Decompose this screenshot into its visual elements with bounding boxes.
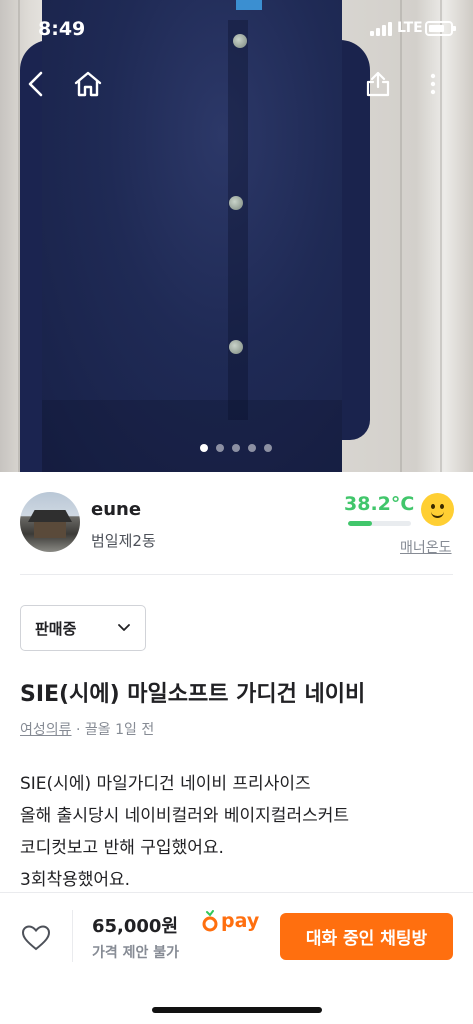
pay-label: pay bbox=[221, 910, 260, 932]
carousel-dot[interactable] bbox=[216, 444, 224, 452]
status-bar: 8:49 LTE bbox=[0, 0, 473, 52]
back-button[interactable] bbox=[18, 66, 54, 102]
more-vertical-icon bbox=[430, 73, 436, 95]
price: 65,000원 bbox=[92, 916, 179, 937]
description-line: 올해 출시당시 네이비컬러와 베이지컬러스커트 bbox=[20, 806, 350, 826]
manner-temperature-bar bbox=[348, 521, 411, 526]
home-button[interactable] bbox=[70, 66, 106, 102]
sale-status-dropdown[interactable]: 판매중 bbox=[20, 605, 146, 651]
cardigan-button bbox=[229, 340, 243, 354]
carrot-icon bbox=[202, 910, 218, 932]
product-description: SIE(시에) 마일가디건 네이비 프리사이즈 올해 출시당시 네이비컬러와 베… bbox=[20, 768, 453, 896]
more-button[interactable] bbox=[415, 66, 451, 102]
seller-region: 범일제2동 bbox=[91, 532, 156, 550]
pay-badge: pay bbox=[202, 910, 259, 932]
cardigan-button bbox=[229, 196, 243, 210]
seller-nickname[interactable]: eune bbox=[91, 499, 141, 520]
signal-icon bbox=[370, 22, 392, 36]
network-label: LTE bbox=[397, 20, 423, 36]
chevron-left-icon bbox=[28, 71, 43, 97]
product-meta: 여성의류 · 끌올 1일 전 bbox=[20, 719, 154, 739]
curtain-fold bbox=[400, 0, 402, 472]
bump-time: · 끌올 1일 전 bbox=[71, 722, 155, 738]
smile-face-icon bbox=[421, 493, 454, 526]
cardigan-hem bbox=[42, 400, 342, 472]
description-line: 코디컷보고 반해 구입했어요. bbox=[20, 838, 224, 858]
divider bbox=[20, 574, 453, 575]
carousel-dot[interactable] bbox=[248, 444, 256, 452]
carousel-indicator bbox=[200, 444, 272, 452]
description-line: SIE(시에) 마일가디건 네이비 프리사이즈 bbox=[20, 774, 311, 794]
manner-temperature: 38.2°C bbox=[344, 493, 415, 515]
share-icon bbox=[366, 71, 390, 97]
home-indicator bbox=[152, 1007, 322, 1013]
chat-room-button[interactable]: 대화 중인 채팅방 bbox=[280, 913, 453, 960]
negotiation-status: 가격 제안 불가 bbox=[92, 945, 180, 961]
manner-temperature-link[interactable]: 매너온도 bbox=[400, 537, 452, 557]
sale-status-label: 판매중 bbox=[35, 619, 77, 638]
chevron-down-icon bbox=[118, 624, 130, 631]
seller-avatar[interactable] bbox=[20, 492, 80, 552]
product-title: SIE(시에) 마일소프트 가디건 네이비 bbox=[20, 682, 366, 707]
carousel-dot[interactable] bbox=[264, 444, 272, 452]
carousel-dot[interactable] bbox=[200, 444, 208, 452]
divider bbox=[72, 910, 73, 962]
carousel-dot[interactable] bbox=[232, 444, 240, 452]
category-link[interactable]: 여성의류 bbox=[20, 722, 72, 738]
share-button[interactable] bbox=[360, 66, 396, 102]
home-icon bbox=[74, 71, 102, 97]
cardigan-placket bbox=[228, 20, 248, 420]
status-time: 8:49 bbox=[38, 18, 86, 40]
heart-icon bbox=[21, 925, 51, 951]
battery-icon bbox=[425, 21, 456, 36]
like-button[interactable] bbox=[20, 922, 52, 954]
